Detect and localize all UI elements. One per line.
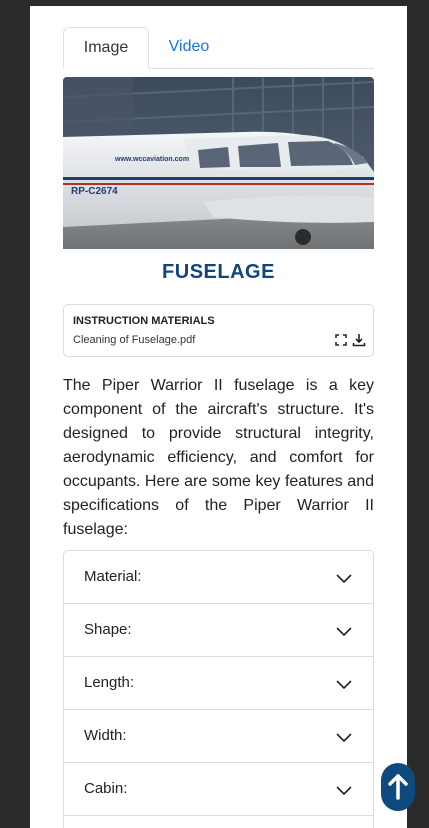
chevron-down-icon <box>335 728 353 746</box>
tab-video[interactable]: Video <box>149 27 229 69</box>
accordion-item-cabin[interactable]: Cabin: <box>64 763 373 816</box>
modal: Image Video www.wccaviation.com RP-C2674… <box>30 6 407 828</box>
chevron-down-icon <box>335 622 353 640</box>
accordion-item-length[interactable]: Length: <box>64 657 373 710</box>
accordion-item-material[interactable]: Material: <box>64 551 373 604</box>
tab-image[interactable]: Image <box>63 27 149 69</box>
material-file-name[interactable]: Cleaning of Fuselage.pdf <box>73 334 195 346</box>
accordion-item-shape[interactable]: Shape: <box>64 604 373 657</box>
expand-icon[interactable] <box>334 333 348 347</box>
download-icon[interactable] <box>352 333 366 347</box>
accordion-label: Length: <box>84 674 135 691</box>
website-decal: www.wccaviation.com <box>114 156 189 163</box>
chevron-down-icon <box>335 781 353 799</box>
accordion-label: Width: <box>84 727 127 744</box>
arrow-up-icon <box>388 774 408 800</box>
accordion-item-width[interactable]: Width: <box>64 710 373 763</box>
materials-heading: INSTRUCTION MATERIALS <box>73 315 215 327</box>
media-tabs: Image Video <box>63 27 374 69</box>
specs-accordion: Material: Shape: Length: Width: Cabin: <box>63 550 374 828</box>
accordion-label: Material: <box>84 568 142 585</box>
registration-decal: RP-C2674 <box>71 186 118 197</box>
instruction-materials: INSTRUCTION MATERIALS Cleaning of Fusela… <box>63 304 374 357</box>
accordion-label: Cabin: <box>84 780 128 797</box>
description-text: The Piper Warrior II fuselage is a key c… <box>63 377 374 538</box>
chevron-down-icon <box>335 675 353 693</box>
aircraft-image: www.wccaviation.com RP-C2674 <box>63 77 374 249</box>
section-title: FUSELAGE <box>162 261 275 283</box>
accordion-label: Shape: <box>84 621 132 638</box>
scroll-to-top-button[interactable] <box>381 763 415 811</box>
chevron-down-icon <box>335 569 353 587</box>
